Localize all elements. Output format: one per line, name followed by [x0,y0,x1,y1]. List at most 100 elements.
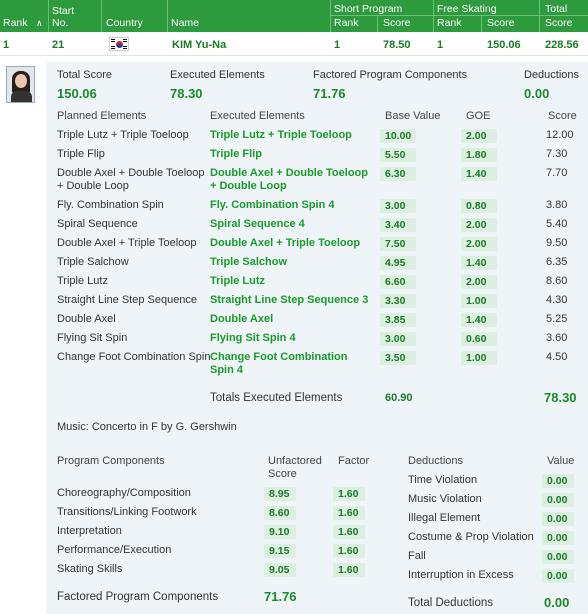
country-column-header[interactable]: Country [106,17,143,29]
planned-element: Triple Flip [57,148,105,160]
base-value: 3.85 [380,313,416,327]
score-header: Score [548,110,577,122]
program-components-header: Program Components [57,455,165,467]
free-skating-header[interactable]: Free Skating [437,3,497,15]
executed-elements-header: Executed Elements [210,110,305,122]
fs-score-header[interactable]: Score [487,17,514,29]
athlete-row[interactable]: 1 21 KIM Yu-Na 1 78.50 1 150.06 228.56 [0,33,588,56]
goe-value: 0.80 [461,199,497,213]
executed-element: Change Foot Combination [210,351,348,363]
fs-rank-header[interactable]: Rank [437,17,462,29]
sort-ascending-icon[interactable]: ∧ [36,17,43,29]
rank-column-header[interactable]: Rank [3,17,28,29]
sp-score-header[interactable]: Score [383,17,410,29]
base-value: 4.95 [380,256,416,270]
total-header-line1[interactable]: Total [545,3,567,15]
deduction-value: 0.00 [542,531,574,545]
executed-element: Double Axel [210,313,274,325]
total-header-line2[interactable]: Score [545,17,572,29]
short-program-header[interactable]: Short Program [334,3,402,15]
start-no-header-line1[interactable]: Start [52,5,74,17]
goe-value: 2.00 [461,218,497,232]
totals-score-value: 78.30 [544,390,577,405]
sp-rank-header[interactable]: Rank [334,17,359,29]
element-score: 6.35 [546,256,568,268]
deductions-value: 0.00 [524,86,550,101]
name-column-header[interactable]: Name [171,17,199,29]
deduction-value: 0.00 [542,493,574,507]
planned-element: Double Axel + Double Toeloop [57,167,205,179]
deduction-name: Time Violation [408,474,478,486]
athlete-fs-rank: 1 [437,39,444,51]
base-value: 3.40 [380,218,416,232]
planned-element: Spiral Sequence [57,218,138,230]
component-score: 9.15 [264,544,296,558]
music-text: Music: Concerto in F by G. Gershwin [57,421,237,433]
component-name: Skating Skills [57,563,123,575]
base-value: 7.50 [380,237,416,251]
deductions-label: Deductions [524,69,580,81]
goe-value: 0.60 [461,332,497,346]
executed-element: Straight Line Step Sequence 3 [210,294,369,306]
goe-value: 1.00 [461,351,497,365]
executed-element: Triple Salchow [210,256,288,268]
factored-components-value: 71.76 [313,86,346,101]
component-score: 9.05 [264,563,296,577]
component-score: 9.10 [264,525,296,539]
component-name: Performance/Execution [57,544,172,556]
planned-element: Triple Lutz + Triple Toeloop [57,129,189,141]
component-factor: 1.60 [333,525,365,539]
element-score: 9.50 [546,237,568,249]
element-score: 3.80 [546,199,568,211]
deductions-header: Deductions [408,455,464,467]
base-value: 3.00 [380,199,416,213]
deduction-value: 0.00 [542,512,574,526]
athlete-name[interactable]: KIM Yu-Na [172,39,226,51]
component-factor: 1.60 [333,544,365,558]
unfactored-score-header-2: Score [268,468,297,480]
element-score: 5.25 [546,313,568,325]
element-score: 12.00 [546,129,574,141]
total-deductions-label: Total Deductions [408,597,494,609]
deduction-name: Illegal Element [408,512,481,524]
element-score: 3.60 [546,332,568,344]
component-score: 8.95 [264,487,296,501]
planned-element: Triple Salchow [57,256,129,268]
goe-value: 2.00 [461,237,497,251]
deduction-name: Music Violation [408,493,482,505]
element-score: 8.60 [546,275,568,287]
goe-header: GOE [466,110,491,122]
executed-element: Triple Lutz + Triple Toeloop [210,129,352,141]
athlete-start-no: 21 [52,39,65,51]
component-factor: 1.60 [333,506,365,520]
korea-flag-icon [109,37,129,51]
deduction-name: Interruption in Excess [408,569,514,581]
element-score: 7.30 [546,148,568,160]
base-value: 6.30 [380,167,416,181]
base-value: 10.00 [380,129,416,143]
executed-element: Spiral Sequence 4 [210,218,305,230]
element-score: 4.50 [546,351,568,363]
athlete-total-score: 228.56 [545,39,579,51]
athlete-sp-score: 78.50 [383,39,411,51]
goe-value: 1.00 [461,294,497,308]
deduction-value: 0.00 [542,474,574,488]
planned-element: Double Axel [57,313,116,325]
executed-element: Triple Lutz [210,275,265,287]
executed-element-cont: + Double Loop [210,180,287,192]
executed-element: Triple Flip [210,148,262,160]
component-factor: 1.60 [333,563,365,577]
goe-value: 1.40 [461,167,497,181]
planned-element-cont: + Double Loop [57,180,129,192]
base-value: 5.50 [380,148,416,162]
element-score: 5.40 [546,218,568,230]
base-value: 3.50 [380,351,416,365]
executed-element: Fly. Combination Spin 4 [210,199,335,211]
total-score-value: 150.06 [57,86,97,101]
deductions-value-header: Value [547,455,575,467]
total-deductions-value: 0.00 [544,595,570,610]
start-no-header-line2[interactable]: No. [52,17,68,29]
executed-elements-label: Executed Elements [170,69,265,81]
unfactored-score-header-1: Unfactored [268,455,322,467]
goe-value: 2.00 [461,275,497,289]
